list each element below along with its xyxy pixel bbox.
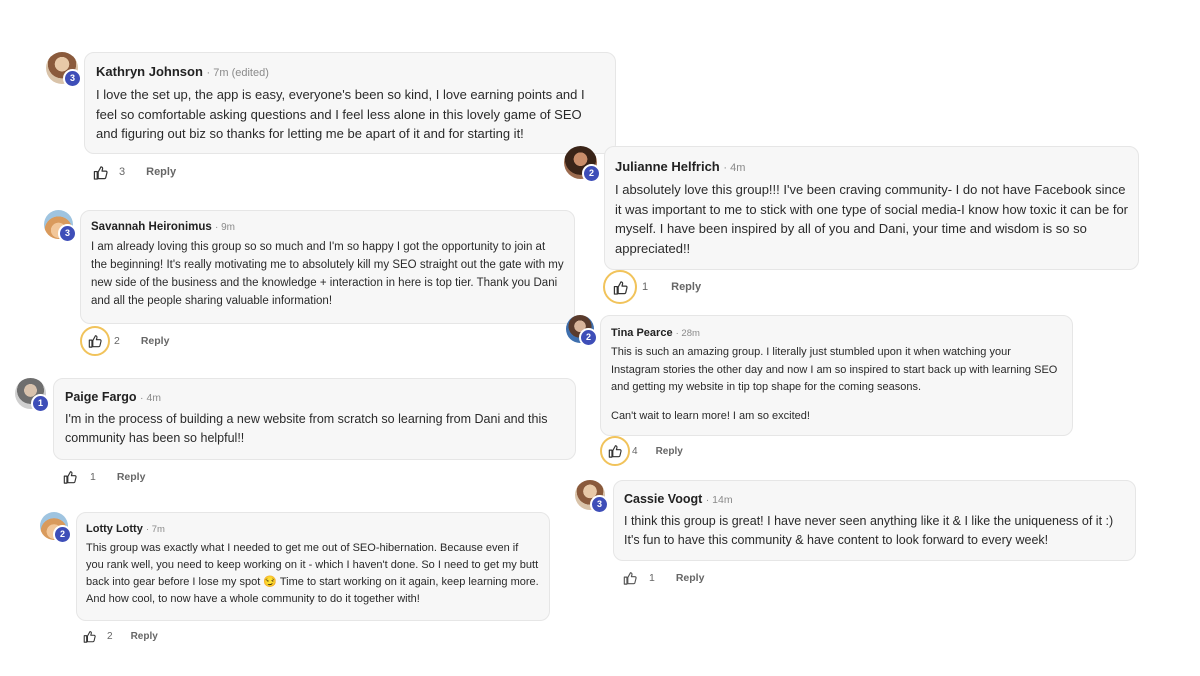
comment-bubble: Julianne Helfrich · 4m I absolutely love… bbox=[604, 146, 1139, 270]
author-name[interactable]: Tina Pearce bbox=[611, 327, 673, 339]
comment-actions: 2 Reply bbox=[81, 627, 158, 645]
comment-header: Savannah Heironimus · 9m bbox=[91, 221, 564, 233]
like-count: 1 bbox=[642, 281, 649, 293]
author-name[interactable]: Lotty Lotty bbox=[86, 523, 143, 535]
like-count: 3 bbox=[119, 166, 126, 178]
comment-header: Tina Pearce · 28m bbox=[611, 327, 1062, 339]
like-count: 1 bbox=[90, 471, 96, 483]
comment-bubble: Kathryn Johnson · 7m (edited) I love the… bbox=[84, 52, 616, 154]
level-badge: 3 bbox=[58, 224, 77, 243]
author-name[interactable]: Julianne Helfrich bbox=[615, 159, 720, 174]
like-count: 1 bbox=[649, 572, 655, 584]
comment-text: This group was exactly what I needed to … bbox=[86, 542, 539, 605]
avatar[interactable]: 2 bbox=[40, 512, 72, 544]
comment-actions: 3 Reply bbox=[91, 162, 176, 182]
timestamp: · 7m (edited) bbox=[206, 67, 269, 79]
avatar[interactable]: 3 bbox=[575, 480, 609, 514]
author-name[interactable]: Kathryn Johnson bbox=[96, 64, 203, 79]
thumbs-up-icon bbox=[83, 630, 96, 643]
comment-text: This is such an amazing group. I literal… bbox=[611, 344, 1062, 425]
thumbs-up-icon bbox=[63, 471, 77, 484]
comment-bubble: Savannah Heironimus · 9m I am already lo… bbox=[80, 210, 575, 324]
comment-actions: 1 Reply bbox=[621, 568, 704, 588]
thumbs-up-icon bbox=[623, 572, 637, 585]
like-button[interactable] bbox=[80, 326, 110, 356]
comment-header: Kathryn Johnson · 7m (edited) bbox=[96, 64, 603, 79]
author-name[interactable]: Savannah Heironimus bbox=[91, 221, 212, 233]
comment-actions: 2 Reply bbox=[80, 326, 170, 356]
comment-header: Cassie Voogt · 14m bbox=[624, 492, 1124, 506]
reply-button[interactable]: Reply bbox=[141, 335, 170, 347]
comment-text: I love the set up, the app is easy, ever… bbox=[96, 87, 585, 141]
comment-header: Paige Fargo · 4m bbox=[65, 390, 564, 404]
comment-bubble: Cassie Voogt · 14m I think this group is… bbox=[613, 480, 1136, 561]
like-button[interactable] bbox=[61, 468, 79, 486]
timestamp: · 4m bbox=[723, 162, 746, 174]
comment-header: Julianne Helfrich · 4m bbox=[615, 159, 1128, 174]
comment-text: I absolutely love this group!!! I've bee… bbox=[615, 182, 1128, 256]
avatar[interactable]: 2 bbox=[564, 146, 601, 183]
comment-bubble: Paige Fargo · 4m I'm in the process of b… bbox=[53, 378, 576, 460]
reply-button[interactable]: Reply bbox=[146, 166, 176, 178]
timestamp: · 9m bbox=[215, 222, 235, 233]
comment-header: Lotty Lotty · 7m bbox=[86, 523, 539, 535]
thumbs-up-icon bbox=[613, 280, 628, 295]
like-button[interactable] bbox=[621, 569, 639, 587]
avatar[interactable]: 2 bbox=[566, 315, 598, 347]
timestamp: · 7m bbox=[145, 524, 165, 535]
comment-actions: 1 Reply bbox=[603, 270, 701, 304]
comment-actions: 1 Reply bbox=[61, 467, 145, 487]
level-badge: 2 bbox=[582, 164, 601, 183]
author-name[interactable]: Paige Fargo bbox=[65, 390, 137, 404]
thumbs-up-icon bbox=[608, 445, 622, 458]
like-button[interactable] bbox=[600, 436, 630, 466]
comment-text: I am already loving this group so so muc… bbox=[91, 241, 564, 307]
level-badge: 2 bbox=[579, 328, 598, 347]
level-badge: 3 bbox=[590, 495, 609, 514]
reply-button[interactable]: Reply bbox=[117, 471, 146, 483]
level-badge: 2 bbox=[53, 525, 72, 544]
like-button[interactable] bbox=[603, 270, 637, 304]
author-name[interactable]: Cassie Voogt bbox=[624, 492, 702, 506]
like-button[interactable] bbox=[91, 163, 109, 181]
comment-bubble: Tina Pearce · 28m This is such an amazin… bbox=[600, 315, 1073, 436]
comment-paragraph: This is such an amazing group. I literal… bbox=[611, 346, 1058, 393]
comment-paragraph: Can't wait to learn more! I am so excite… bbox=[611, 409, 810, 422]
thumbs-up-icon bbox=[88, 335, 102, 348]
level-badge: 3 bbox=[63, 69, 82, 88]
avatar[interactable]: 3 bbox=[46, 52, 82, 88]
reply-button[interactable]: Reply bbox=[131, 631, 158, 642]
avatar[interactable]: 1 bbox=[15, 378, 50, 413]
reply-button[interactable]: Reply bbox=[671, 281, 701, 293]
timestamp: · 28m bbox=[675, 328, 700, 339]
comment-actions: 4 Reply bbox=[600, 436, 683, 466]
like-button[interactable] bbox=[81, 628, 97, 644]
timestamp: · 4m bbox=[140, 392, 162, 404]
like-count: 2 bbox=[107, 630, 113, 642]
thumbs-up-icon bbox=[93, 165, 108, 180]
like-count: 2 bbox=[114, 335, 120, 347]
avatar[interactable]: 3 bbox=[44, 210, 77, 243]
like-count: 4 bbox=[632, 445, 638, 457]
comment-text: I'm in the process of building a new web… bbox=[65, 412, 548, 445]
comment-text: I think this group is great! I have neve… bbox=[624, 514, 1114, 547]
reply-button[interactable]: Reply bbox=[656, 446, 683, 457]
level-badge: 1 bbox=[31, 394, 50, 413]
comment-bubble: Lotty Lotty · 7m This group was exactly … bbox=[76, 512, 550, 621]
reply-button[interactable]: Reply bbox=[676, 572, 705, 584]
timestamp: · 14m bbox=[705, 494, 733, 506]
